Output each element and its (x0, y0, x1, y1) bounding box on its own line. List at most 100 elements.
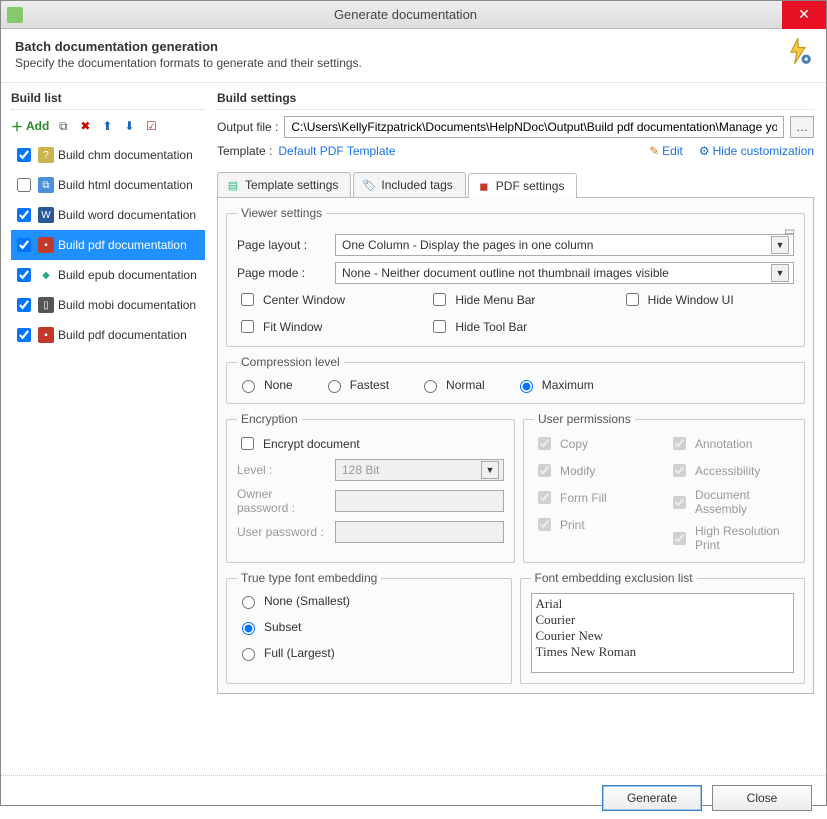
template-label: Template : (217, 144, 272, 158)
pencil-icon: ✎ (649, 144, 659, 158)
tab-template-settings[interactable]: ▤Template settings (217, 172, 351, 197)
app-icon (7, 7, 23, 23)
compression-legend: Compression level (237, 355, 344, 369)
build-item-checkbox[interactable] (17, 238, 31, 252)
lightning-icon (784, 37, 812, 65)
settings-tabs: ▤Template settings 🏷Included tags ◼PDF s… (217, 172, 814, 198)
user-permissions-group: User permissions Copy Modify Form Fill P… (523, 412, 805, 563)
compression-maximum-radio[interactable]: Maximum (515, 377, 594, 393)
build-list-item[interactable]: W Build word documentation (11, 200, 205, 230)
move-up-button[interactable]: ⬆ (99, 118, 115, 134)
build-list-pane: Build list ＋Add ⧉ ✖ ⬆ ⬇ ☑ ? Build chm do… (1, 83, 209, 775)
template-link[interactable]: Default PDF Template (278, 144, 395, 158)
font-embed-subset-radio[interactable]: Subset (237, 619, 501, 635)
perm-copy-checkbox: Copy (534, 434, 659, 453)
browse-button[interactable]: … (790, 116, 814, 138)
build-item-label: Build epub documentation (58, 268, 197, 282)
title-bar: Generate documentation ✕ (1, 1, 826, 29)
encryption-group: Encryption Encrypt document Level : 128 … (226, 412, 515, 563)
hide-menu-bar-checkbox[interactable]: Hide Menu Bar (429, 290, 601, 309)
encryption-level-label: Level : (237, 463, 327, 477)
generate-button[interactable]: Generate (602, 785, 702, 811)
build-item-label: Build chm documentation (58, 148, 193, 162)
move-down-button[interactable]: ⬇ (121, 118, 137, 134)
compression-fastest-radio[interactable]: Fastest (323, 377, 389, 393)
build-list-item[interactable]: ▯ Build mobi documentation (11, 290, 205, 320)
chm-icon: ? (38, 147, 54, 163)
font-exclusion-item[interactable]: Courier New (536, 628, 790, 644)
delete-button[interactable]: ✖ (77, 118, 93, 134)
build-item-checkbox[interactable] (17, 328, 31, 342)
header: Batch documentation generation Specify t… (1, 29, 826, 83)
page-mode-select[interactable]: None - Neither document outline not thum… (335, 262, 794, 284)
template-icon: ▤ (226, 178, 240, 192)
page-subtitle: Specify the documentation formats to gen… (15, 56, 812, 70)
output-file-input[interactable] (284, 116, 784, 138)
add-button[interactable]: ＋Add (11, 118, 49, 135)
font-embed-none-radio[interactable]: None (Smallest) (237, 593, 501, 609)
build-item-checkbox[interactable] (17, 178, 31, 192)
epub-icon: ◆ (38, 267, 54, 283)
build-list-item[interactable]: ▪ Build pdf documentation (11, 230, 205, 260)
font-embedding-legend: True type font embedding (237, 571, 381, 585)
compression-none-radio[interactable]: None (237, 377, 293, 393)
html-icon: ⧉ (38, 177, 54, 193)
build-list-toolbar: ＋Add ⧉ ✖ ⬆ ⬇ ☑ (11, 116, 205, 136)
hide-tool-bar-checkbox[interactable]: Hide Tool Bar (429, 317, 601, 336)
compression-group: Compression level None Fastest Normal Ma… (226, 355, 805, 404)
build-list: ? Build chm documentation ⧉ Build html d… (11, 140, 205, 350)
build-list-item[interactable]: ⧉ Build html documentation (11, 170, 205, 200)
close-icon[interactable]: ✕ (782, 1, 826, 29)
viewer-settings-legend: Viewer settings (237, 206, 326, 220)
font-exclusion-item[interactable]: Courier (536, 612, 790, 628)
page-layout-label: Page layout : (237, 238, 327, 252)
build-item-label: Build pdf documentation (58, 238, 187, 252)
compression-normal-radio[interactable]: Normal (419, 377, 485, 393)
font-embed-full-radio[interactable]: Full (Largest) (237, 645, 501, 661)
collapse-icon[interactable]: ▭ (784, 224, 798, 238)
output-file-label: Output file : (217, 120, 278, 134)
build-list-item[interactable]: ? Build chm documentation (11, 140, 205, 170)
perm-annotation-checkbox: Annotation (669, 434, 794, 453)
build-list-item[interactable]: ▪ Build pdf documentation (11, 320, 205, 350)
build-item-checkbox[interactable] (17, 148, 31, 162)
build-item-checkbox[interactable] (17, 208, 31, 222)
hide-customization-link[interactable]: ⚙Hide customization (699, 144, 814, 158)
tab-included-tags[interactable]: 🏷Included tags (353, 172, 465, 197)
perm-print-checkbox: Print (534, 515, 659, 534)
owner-password-input (335, 490, 504, 512)
page-mode-label: Page mode : (237, 266, 327, 280)
pdf-icon: ▪ (38, 327, 54, 343)
duplicate-button[interactable]: ⧉ (55, 118, 71, 134)
build-list-title: Build list (11, 91, 205, 105)
build-item-label: Build html documentation (58, 178, 193, 192)
page-layout-select[interactable]: One Column - Display the pages in one co… (335, 234, 794, 256)
gear-icon: ⚙ (699, 144, 710, 158)
chevron-down-icon: ▼ (771, 264, 789, 282)
build-item-checkbox[interactable] (17, 268, 31, 282)
font-exclusion-group: Font embedding exclusion list ArialCouri… (520, 571, 806, 684)
window-title: Generate documentation (29, 7, 782, 22)
tag-icon: 🏷 (362, 178, 376, 192)
build-item-checkbox[interactable] (17, 298, 31, 312)
build-item-label: Build mobi documentation (58, 298, 196, 312)
tab-pdf-settings[interactable]: ◼PDF settings (468, 173, 578, 198)
build-settings-pane: Build settings Output file : … Template … (209, 83, 826, 775)
font-exclusion-item[interactable]: Times New Roman (536, 644, 790, 660)
edit-link[interactable]: ✎Edit (649, 144, 683, 158)
hide-window-ui-checkbox[interactable]: Hide Window UI (622, 290, 794, 309)
perm-accessibility-checkbox: Accessibility (669, 461, 794, 480)
user-password-label: User password : (237, 525, 327, 539)
font-exclusion-item[interactable]: Arial (536, 596, 790, 612)
build-list-item[interactable]: ◆ Build epub documentation (11, 260, 205, 290)
center-window-checkbox[interactable]: Center Window (237, 290, 409, 309)
encrypt-document-checkbox[interactable]: Encrypt document (237, 434, 504, 453)
build-settings-title: Build settings (217, 91, 814, 105)
pdf-icon: ▪ (38, 237, 54, 253)
perm-modify-checkbox: Modify (534, 461, 659, 480)
check-button[interactable]: ☑ (143, 118, 159, 134)
fit-window-checkbox[interactable]: Fit Window (237, 317, 409, 336)
close-button[interactable]: Close (712, 785, 812, 811)
perm-docassembly-checkbox: Document Assembly (669, 488, 794, 516)
font-exclusion-list[interactable]: ArialCourierCourier NewTimes New Roman (531, 593, 795, 673)
